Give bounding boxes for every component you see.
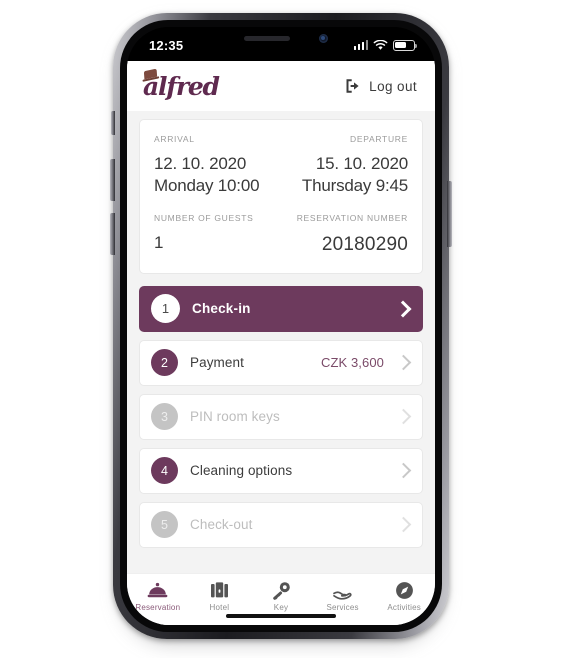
sign-out-icon <box>346 79 359 93</box>
arrival-date: 12. 10. 2020 <box>154 154 247 173</box>
step-number-badge: 1 <box>151 294 180 324</box>
arrival-label: ARRIVAL <box>154 134 195 144</box>
key-icon <box>271 581 291 600</box>
app-container: alfred Log out ARRIVAL 12. 10. 2020 Mond… <box>127 61 435 625</box>
step-row-check-out: 5 Check-out <box>139 501 423 548</box>
logout-button[interactable]: Log out <box>345 78 417 94</box>
service-bell-icon <box>147 581 168 600</box>
alfred-logo: alfred <box>143 68 220 99</box>
step-number-badge: 5 <box>151 511 178 539</box>
reservation-number-label: RESERVATION NUMBER <box>296 212 408 223</box>
step-amount: CZK 3,600 <box>320 355 384 371</box>
departure-time: Thursday 9:45 <box>301 176 408 196</box>
phone-screen: 12:35 alfred Log out ARRIVAL 12. 10. 202… <box>127 27 435 625</box>
guests-label: NUMBER OF GUESTS <box>154 212 254 223</box>
step-row-pin-room-keys: 3 PIN room keys <box>139 393 423 440</box>
step-number-badge: 3 <box>151 403 178 431</box>
step-row-payment[interactable]: 2 Payment CZK 3,600 <box>139 339 423 386</box>
chevron-right-icon <box>395 409 412 425</box>
chevron-right-icon <box>394 300 412 318</box>
tab-reservation[interactable]: Reservation <box>127 581 189 612</box>
wifi-icon <box>373 39 388 50</box>
reservation-details-card: ARRIVAL 12. 10. 2020 Monday 10:00 DEPART… <box>139 119 423 274</box>
tab-label: Services <box>326 603 359 612</box>
tab-label: Hotel <box>209 603 230 612</box>
guests-block: NUMBER OF GUESTS 1 <box>154 213 254 254</box>
volume-up-button[interactable] <box>110 159 115 201</box>
departure-label: DEPARTURE <box>350 134 408 144</box>
chevron-right-icon <box>395 355 412 371</box>
tab-services[interactable]: Services <box>312 581 374 612</box>
app-header: alfred Log out <box>127 61 435 111</box>
building-icon <box>210 581 229 600</box>
departure-block: DEPARTURE 15. 10. 2020 Thursday 9:45 <box>302 134 408 198</box>
hat-icon <box>143 68 158 79</box>
chevron-right-icon <box>395 463 412 479</box>
logout-label: Log out <box>369 78 417 94</box>
reservation-info-row: NUMBER OF GUESTS 1 RESERVATION NUMBER 20… <box>154 213 408 257</box>
signal-bars-icon <box>353 40 368 50</box>
compass-icon <box>395 581 414 600</box>
step-label: Payment <box>190 355 244 371</box>
step-label: Check-out <box>190 517 253 533</box>
chevron-right-icon <box>395 517 412 533</box>
tab-key[interactable]: Key <box>250 581 312 612</box>
step-row-cleaning-options[interactable]: 4 Cleaning options <box>139 447 423 494</box>
speaker-grille-icon <box>244 36 290 41</box>
reservation-number-block: RESERVATION NUMBER 20180290 <box>297 213 408 257</box>
reservation-number-value: 20180290 <box>321 233 408 255</box>
step-label: Check-in <box>192 301 251 317</box>
silence-switch[interactable] <box>111 111 115 135</box>
step-number-badge: 2 <box>151 349 178 377</box>
phone-mockup: 12:35 alfred Log out ARRIVAL 12. 10. 202… <box>110 13 452 645</box>
step-row-check-in[interactable]: 1 Check-in <box>139 285 423 332</box>
tab-hotel[interactable]: Hotel <box>189 581 251 612</box>
arrival-time: Monday 10:00 <box>154 176 260 196</box>
home-indicator[interactable] <box>226 613 336 618</box>
main-content: ARRIVAL 12. 10. 2020 Monday 10:00 DEPART… <box>127 111 435 573</box>
volume-down-button[interactable] <box>110 213 115 255</box>
battery-icon <box>393 39 418 51</box>
status-bar-time: 12:35 <box>149 37 184 53</box>
tab-label: Key <box>273 603 289 612</box>
tab-label: Reservation <box>135 603 181 612</box>
hand-heart-icon <box>332 581 353 600</box>
status-bar-indicators <box>353 39 418 51</box>
departure-date: 15. 10. 2020 <box>315 154 408 173</box>
guests-value: 1 <box>154 232 164 252</box>
front-camera-icon <box>319 34 328 43</box>
tab-label: Activities <box>387 603 421 612</box>
power-button[interactable] <box>447 181 452 247</box>
reservation-dates-row: ARRIVAL 12. 10. 2020 Monday 10:00 DEPART… <box>154 134 408 198</box>
notch <box>206 27 356 52</box>
step-label: Cleaning options <box>190 463 293 479</box>
tab-activities[interactable]: Activities <box>373 581 435 612</box>
arrival-block: ARRIVAL 12. 10. 2020 Monday 10:00 <box>154 134 260 198</box>
checkin-steps-list: 1 Check-in 2 Payment CZK 3,600 3 PIN room keys… <box>139 285 423 548</box>
step-number-badge: 4 <box>151 457 178 485</box>
step-label: PIN room keys <box>190 409 280 425</box>
